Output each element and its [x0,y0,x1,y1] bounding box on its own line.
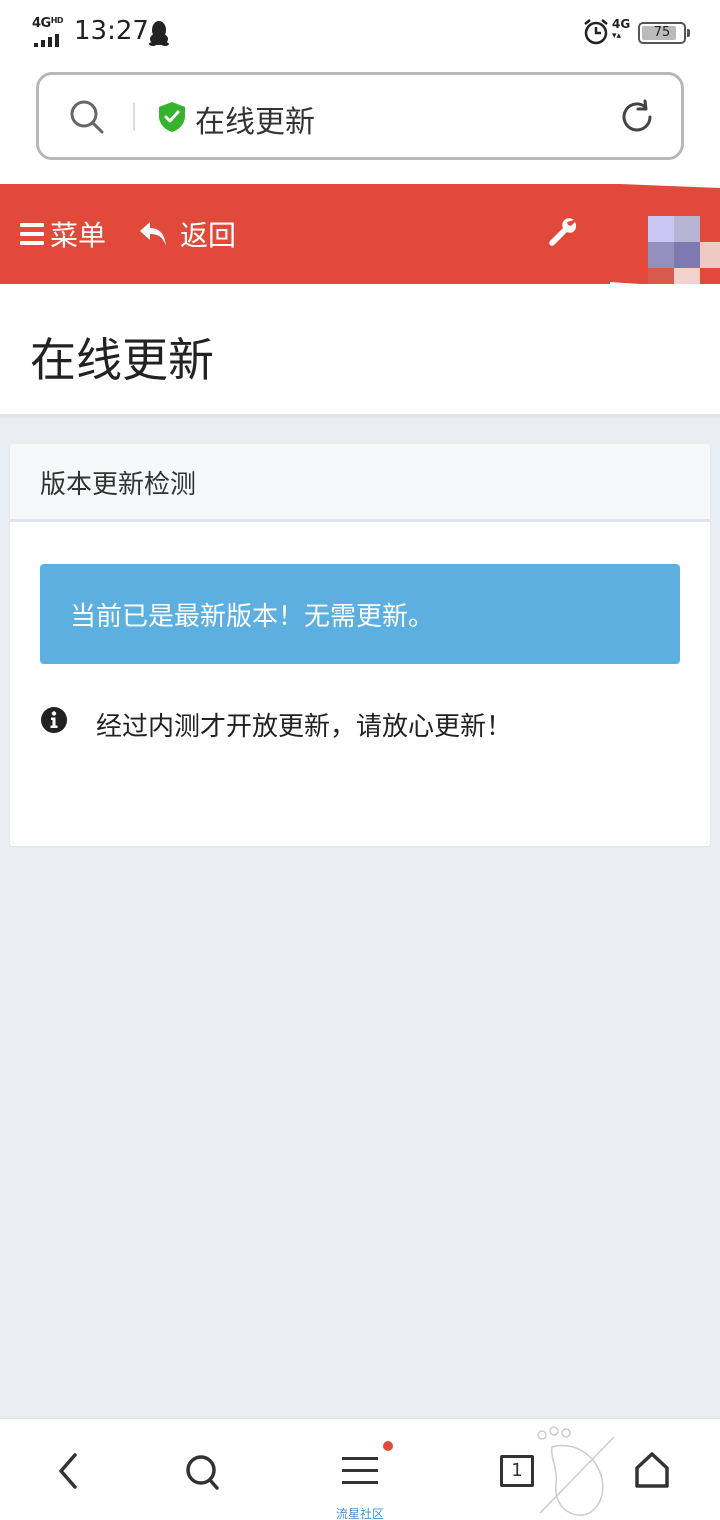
menu-button[interactable]: 菜单 [20,214,106,254]
signal-indicator: 4GHD [30,16,70,47]
menu-caption: 流星社区 [335,1507,384,1520]
back-icon[interactable] [50,1451,86,1491]
battery-icon: 75 [638,22,690,44]
footprint-watermark-icon [537,1426,615,1516]
alert-message: 当前已是最新版本！无需更新。 [70,602,435,632]
notification-dot [383,1441,393,1451]
update-check-card: 版本更新检测 当前已是最新版本！无需更新。 经过内测才开放更新，请放心更新！ [10,444,710,846]
mobile-data-indicator: 4G ▾▴ [612,17,631,41]
search-icon[interactable] [69,99,105,135]
battery-level: 75 [653,25,671,40]
page-title: 在线更新 [30,333,214,387]
browser-bottom-nav: 流星社区 1 [0,1418,720,1520]
network-type: 4GHD [32,16,64,31]
card-header: 版本更新检测 [10,444,710,522]
qq-penguin-icon [149,21,169,46]
page-header: 在线更新 [0,284,720,418]
search-icon[interactable] [184,1453,220,1491]
shield-check-icon [159,102,185,132]
reload-icon[interactable] [617,97,657,137]
info-message: 经过内测才开放更新，请放心更新！ [96,712,513,742]
menu-label: 菜单 [50,219,107,252]
menu-icon[interactable] [342,1455,378,1487]
back-label: 返回 [180,219,237,252]
info-icon [41,707,67,733]
clock: 13:27 [74,16,149,46]
page-url-title[interactable]: 在线更新 [195,97,315,141]
address-bar[interactable]: 在线更新 [36,72,684,160]
tabs-icon[interactable]: 1 [500,1455,534,1487]
alarm-icon [584,19,608,45]
signal-bars-icon [34,34,59,47]
back-button[interactable]: 返回 [138,214,236,254]
browser-address-area: 在线更新 [0,64,720,184]
wrench-icon[interactable] [546,216,578,248]
divider [133,103,135,131]
card-header-title: 版本更新检测 [40,470,197,500]
status-alert: 当前已是最新版本！无需更新。 [40,564,680,664]
status-bar: 4GHD 13:27 4G ▾▴ 75 [0,0,720,64]
undo-arrow-icon [140,222,166,246]
hamburger-icon [20,223,44,245]
home-icon[interactable] [634,1451,670,1489]
